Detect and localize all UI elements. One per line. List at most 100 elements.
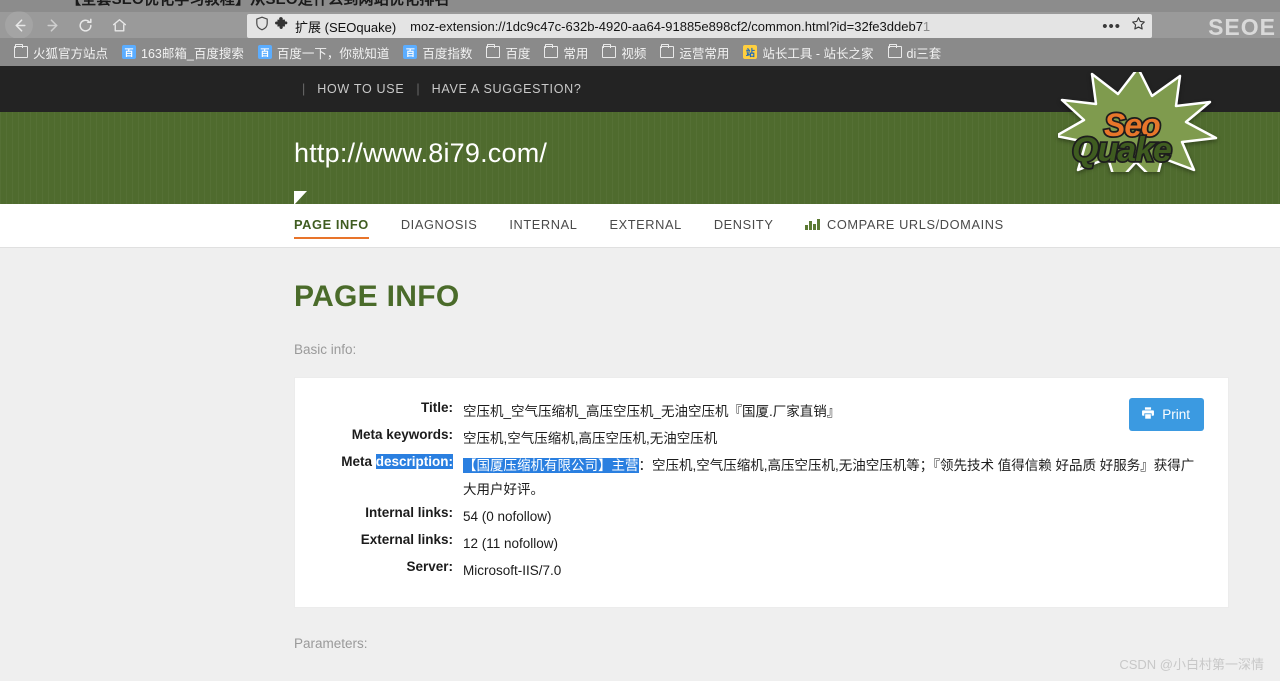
bookmark-star-icon[interactable] — [1131, 16, 1146, 36]
bookmark-item[interactable]: di三套 — [882, 41, 948, 64]
row-label-plain: Meta — [341, 454, 372, 469]
table-row: Internal links: 54 (0 nofollow) — [295, 503, 1204, 530]
folder-icon — [660, 46, 674, 58]
seoquake-page: | HOW TO USE | HAVE A SUGGESTION? http:/… — [0, 66, 1280, 681]
table-row: Meta description: 【国厦压缩机有限公司】主营：空压机,空气压缩… — [295, 452, 1204, 502]
baidu-icon: 百 — [403, 45, 417, 59]
bookmark-item[interactable]: 百 163邮箱_百度搜索 — [116, 41, 250, 64]
how-to-use-link[interactable]: HOW TO USE — [317, 82, 404, 96]
shield-icon — [255, 16, 269, 36]
address-bar[interactable]: 扩展 (SEOquake) moz-extension://1dc9c47c-6… — [247, 14, 1152, 38]
page-content: PAGE INFO Basic info: Title: 空压机_空气压缩机_高… — [0, 248, 1280, 681]
table-row: External links: 12 (11 nofollow) — [295, 530, 1204, 557]
csdn-watermark: CSDN @小白村第一深情 — [1119, 654, 1264, 673]
selected-text: 【国厦压缩机有限公司】主营 — [463, 458, 639, 473]
reload-icon — [77, 17, 94, 34]
tab-internal[interactable]: INTERNAL — [509, 217, 577, 235]
home-button[interactable] — [104, 12, 134, 38]
row-label: External links: — [295, 530, 463, 557]
bookmark-label: 163邮箱_百度搜索 — [141, 43, 244, 62]
row-value: 【国厦压缩机有限公司】主营：空压机,空气压缩机,高压空压机,无油空压机等；『领先… — [463, 452, 1204, 502]
parameters-label: Parameters: — [294, 636, 1280, 651]
folder-icon — [486, 46, 500, 58]
folder-icon — [602, 46, 616, 58]
url-faded: 1 — [923, 19, 930, 34]
folder-icon — [544, 46, 558, 58]
row-value: Microsoft-IIS/7.0 — [463, 557, 1204, 584]
baidu-icon: 百 — [122, 45, 136, 59]
forward-button[interactable] — [38, 12, 68, 38]
site-header: http://www.8i79.com/ Seo Quake — [0, 112, 1280, 204]
table-row: Meta keywords: 空压机,空气压缩机,高压空压机,无油空压机 — [295, 425, 1204, 452]
bookmark-label: 火狐官方站点 — [33, 43, 108, 62]
row-label: Meta description: — [295, 452, 463, 502]
bookmark-item[interactable]: 百度 — [480, 41, 536, 64]
tab-label: DIAGNOSIS — [401, 217, 478, 232]
separator: | — [302, 82, 305, 96]
print-label: Print — [1162, 407, 1190, 422]
folder-icon — [888, 46, 902, 58]
separator: | — [416, 82, 419, 96]
url-text[interactable]: moz-extension://1dc9c47c-632b-4920-aa64-… — [410, 19, 930, 34]
row-label: Meta keywords: — [295, 425, 463, 452]
bookmark-item[interactable]: 视频 — [596, 41, 652, 64]
bookmark-label: 百度一下，你就知道 — [277, 43, 390, 62]
bookmark-label: di三套 — [907, 43, 942, 62]
section-tabs: PAGE INFO DIAGNOSIS INTERNAL EXTERNAL DE… — [0, 204, 1280, 248]
row-label: Title: — [295, 398, 463, 425]
row-value: 空压机_空气压缩机_高压空压机_无油空压机『国厦.厂家直销』 — [463, 398, 1204, 425]
browser-tab-title[interactable]: 【全套SEO优化学习教程】从SEO是什么到网站优化排名 — [66, 0, 450, 9]
print-button[interactable]: Print — [1129, 398, 1204, 431]
logo-quake-text: Quake — [1072, 133, 1171, 167]
bookmark-item[interactable]: 常用 — [538, 41, 594, 64]
chinaz-icon: 站 — [743, 45, 757, 59]
tab-compare-urls-domains[interactable]: COMPARE URLS/DOMAINS — [805, 217, 1003, 235]
bookmark-item[interactable]: 火狐官方站点 — [8, 41, 114, 64]
basic-info-label: Basic info: — [294, 342, 1280, 357]
tab-strip: 【全套SEO优化学习教程】从SEO是什么到网站优化排名 — [0, 0, 1280, 12]
basic-info-card: Title: 空压机_空气压缩机_高压空压机_无油空压机『国厦.厂家直销』 Me… — [294, 377, 1229, 608]
reload-button[interactable] — [70, 12, 100, 38]
table-row: Server: Microsoft-IIS/7.0 — [295, 557, 1204, 584]
tab-external[interactable]: EXTERNAL — [609, 217, 681, 235]
browser-chrome: 【全套SEO优化学习教程】从SEO是什么到网站优化排名 — [0, 0, 1280, 66]
page-title: PAGE INFO — [294, 280, 1280, 314]
bookmark-item[interactable]: 百 百度指数 — [397, 41, 478, 64]
row-value: 12 (11 nofollow) — [463, 530, 1204, 557]
row-label: Server: — [295, 557, 463, 584]
bookmark-item[interactable]: 百 百度一下，你就知道 — [252, 41, 396, 64]
tab-density[interactable]: DENSITY — [714, 217, 774, 235]
extension-puzzle-icon — [275, 16, 290, 36]
row-value: 54 (0 nofollow) — [463, 503, 1204, 530]
bookmark-label: 运营常用 — [679, 43, 729, 62]
tab-label: EXTERNAL — [609, 217, 681, 232]
bookmark-label: 百度 — [505, 43, 530, 62]
url-main: moz-extension://1dc9c47c-632b-4920-aa64-… — [410, 19, 923, 34]
tab-diagnosis[interactable]: DIAGNOSIS — [401, 217, 478, 235]
printer-icon — [1141, 406, 1155, 423]
tab-label: DENSITY — [714, 217, 774, 232]
have-a-suggestion-link[interactable]: HAVE A SUGGESTION? — [432, 82, 582, 96]
bookmark-label: 站长工具 - 站长之家 — [762, 43, 873, 62]
tab-label: COMPARE URLS/DOMAINS — [827, 217, 1004, 232]
seoquake-logo[interactable]: Seo Quake — [1058, 72, 1218, 172]
row-value: 空压机,空气压缩机,高压空压机,无油空压机 — [463, 425, 1204, 452]
back-button[interactable] — [4, 12, 34, 38]
bookmark-label: 常用 — [563, 43, 588, 62]
bookmarks-bar: 火狐官方站点 百 163邮箱_百度搜索 百 百度一下，你就知道 百 百度指数 百… — [0, 38, 1280, 66]
bookmark-item[interactable]: 运营常用 — [654, 41, 735, 64]
extension-label: 扩展 (SEOquake) — [295, 17, 396, 36]
bar-chart-icon — [805, 218, 820, 230]
address-bar-actions: ••• — [1102, 14, 1146, 38]
tab-label: INTERNAL — [509, 217, 577, 232]
analyzed-site-url: http://www.8i79.com/ — [294, 138, 547, 169]
bookmark-label: 百度指数 — [422, 43, 472, 62]
page-actions-icon[interactable]: ••• — [1102, 19, 1121, 34]
bookmark-item[interactable]: 站 站长工具 - 站长之家 — [737, 41, 879, 64]
baidu-icon: 百 — [258, 45, 272, 59]
table-row: Title: 空压机_空气压缩机_高压空压机_无油空压机『国厦.厂家直销』 — [295, 398, 1204, 425]
tab-page-info[interactable]: PAGE INFO — [294, 217, 369, 235]
chrome-right-text: SEOE — [1208, 14, 1276, 41]
row-label-selected: description: — [376, 454, 453, 469]
back-arrow-icon — [11, 17, 28, 34]
